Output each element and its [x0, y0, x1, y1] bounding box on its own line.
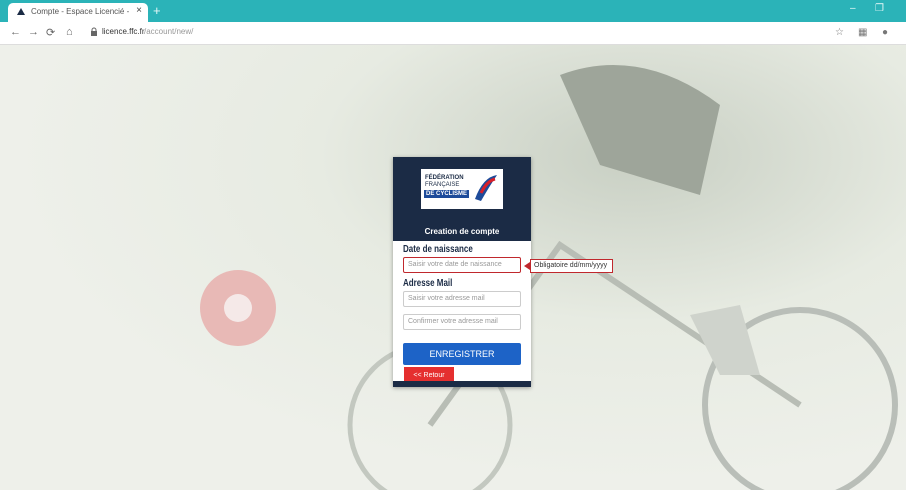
- browser-tab-strip: Compte - Espace Licencié - FFC × + – ❐: [0, 0, 906, 22]
- dob-label: Date de naissance: [403, 244, 473, 255]
- ffc-swoosh-icon: [475, 175, 497, 201]
- back-arrow-icon[interactable]: ←: [10, 26, 21, 38]
- card-header: FÉDÉRATION FRANÇAISE DE CYCLISME Creatio…: [393, 157, 531, 241]
- tab-title: Compte - Espace Licencié - FFC: [31, 7, 131, 16]
- logo-line-3: DE CYCLISME: [424, 190, 470, 198]
- tab-close-icon[interactable]: ×: [136, 5, 142, 16]
- home-icon[interactable]: ⌂: [66, 26, 73, 38]
- email-input[interactable]: Saisir votre adresse mail: [403, 291, 521, 307]
- bookmark-star-icon[interactable]: ☆: [835, 27, 844, 38]
- extension-icon[interactable]: ▦: [858, 27, 867, 38]
- reload-icon[interactable]: ⟳: [46, 26, 55, 39]
- url-host: licence.ffc.fr: [102, 27, 145, 36]
- browser-tab[interactable]: Compte - Espace Licencié - FFC ×: [8, 3, 148, 22]
- url-path: /account/new/: [144, 27, 194, 36]
- minimize-button[interactable]: –: [850, 3, 856, 14]
- new-tab-button[interactable]: +: [153, 3, 161, 18]
- dob-error-tooltip: Obligatoire dd/mm/yyyy: [530, 259, 613, 273]
- card-footer: [393, 381, 531, 387]
- forward-arrow-icon[interactable]: →: [28, 26, 39, 38]
- ffc-favicon-icon: [17, 8, 25, 15]
- card-title: Creation de compte: [424, 227, 500, 236]
- save-button[interactable]: ENREGISTRER: [403, 343, 521, 365]
- logo-line-2: FRANÇAISE: [425, 182, 460, 188]
- profile-avatar-icon[interactable]: ●: [882, 27, 888, 38]
- ffc-logo: FÉDÉRATION FRANÇAISE DE CYCLISME: [421, 169, 503, 209]
- logo-line-1: FÉDÉRATION: [425, 175, 464, 181]
- email-confirm-input[interactable]: Confirmer votre adresse mail: [403, 314, 521, 330]
- lock-icon: [91, 27, 97, 36]
- address-bar[interactable]: licence.ffc.fr /account/new/: [86, 26, 816, 40]
- maximize-button[interactable]: ❐: [875, 3, 884, 14]
- dob-input[interactable]: Saisir votre date de naissance: [403, 257, 521, 273]
- email-label: Adresse Mail: [403, 278, 453, 289]
- browser-toolbar: ← → ⟳ ⌂ licence.ffc.fr /account/new/ ☆ ▦…: [0, 22, 906, 45]
- account-creation-card: FÉDÉRATION FRANÇAISE DE CYCLISME Creatio…: [393, 157, 531, 387]
